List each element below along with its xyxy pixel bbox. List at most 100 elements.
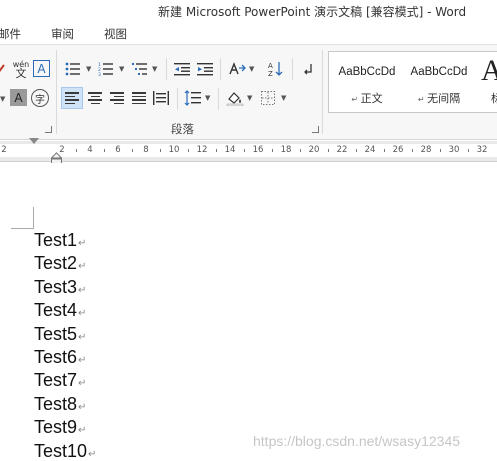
distributed-align-button[interactable] xyxy=(150,87,172,109)
document-paragraph[interactable]: Test7↵ xyxy=(34,369,86,395)
svg-text:3: 3 xyxy=(98,72,101,76)
page-corner-mark xyxy=(33,207,34,229)
multilevel-caret-icon[interactable]: ▼ xyxy=(152,65,157,73)
ruler-tick xyxy=(272,149,273,152)
style-no-spacing-name: ↵ 无间隔 xyxy=(417,92,461,105)
paragraph-text: Test10 xyxy=(34,440,88,461)
highlight-icon[interactable] xyxy=(0,60,6,78)
character-border-glyph: A xyxy=(37,61,46,76)
ruler-tick xyxy=(300,149,301,152)
ruler-tick xyxy=(160,149,161,152)
horizontal-ruler[interactable]: 2 2 4 6 8 10 12 14 16 18 20 22 24 26 28 30 32 xyxy=(0,141,497,162)
ruler-number: 22 xyxy=(336,145,348,155)
chinese-layout-caret-icon[interactable]: ▼ xyxy=(249,65,254,73)
align-right-button[interactable] xyxy=(106,87,128,109)
bullets-icon[interactable] xyxy=(63,59,83,79)
chinese-layout-icon[interactable] xyxy=(226,59,248,79)
page-corner-mark xyxy=(11,228,34,229)
character-border-button[interactable]: A xyxy=(33,60,50,77)
document-paragraph[interactable]: Test5↵ xyxy=(34,323,86,349)
paragraph-mark-icon: ↵ xyxy=(78,284,87,296)
document-paragraph[interactable]: Test6↵ xyxy=(34,346,86,372)
ruler-tick xyxy=(440,149,441,152)
paragraph-text: Test7 xyxy=(34,370,78,391)
paragraph-mark-icon: ↵ xyxy=(88,448,97,460)
justify-button[interactable] xyxy=(128,87,150,109)
ruler-number: 26 xyxy=(392,145,404,155)
line-spacing-icon[interactable] xyxy=(182,87,204,109)
paragraph-mark-icon: ↵ xyxy=(78,331,87,343)
sort-icon[interactable]: AZ xyxy=(266,59,286,79)
style-normal-name: ↵ 正文 xyxy=(351,92,383,105)
document-paragraph[interactable]: Test10↵ xyxy=(34,440,96,461)
align-left-button[interactable] xyxy=(61,87,83,109)
phonetic-glyph-bottom: 文 xyxy=(15,67,27,80)
document-paragraph[interactable]: Test1↵ xyxy=(34,229,86,255)
svg-text:A: A xyxy=(268,62,273,70)
bullets-caret-icon[interactable]: ▼ xyxy=(86,65,91,73)
group-divider xyxy=(56,50,57,134)
tab-view[interactable]: 视图 xyxy=(104,26,127,42)
align-center-button[interactable] xyxy=(84,87,106,109)
enclose-glyph: 字 xyxy=(35,94,45,106)
style-normal[interactable]: AaBbCcDd ↵ 正文 xyxy=(331,52,403,112)
decrease-indent-icon[interactable] xyxy=(172,59,192,79)
paragraph-text: Test6 xyxy=(34,347,78,367)
ruler-number: 20 xyxy=(308,145,320,155)
multilevel-list-icon[interactable] xyxy=(130,59,150,79)
ruler-tick xyxy=(104,149,105,152)
font-dialog-launcher-icon[interactable] xyxy=(45,126,52,133)
group-divider xyxy=(322,50,323,134)
shading-icon[interactable] xyxy=(224,87,246,109)
document-paragraph[interactable]: Test3↵ xyxy=(34,276,86,302)
ruler-number: 4 xyxy=(87,145,93,155)
ruler-number: 18 xyxy=(280,145,292,155)
paragraph-text: Test5 xyxy=(34,323,78,344)
shading-caret-icon[interactable]: ▼ xyxy=(247,94,252,102)
paragraph-text: Test9 xyxy=(34,417,78,438)
line-spacing-caret-icon[interactable]: ▼ xyxy=(205,94,210,102)
ruler-tick xyxy=(384,149,385,152)
paragraph-text: Test4 xyxy=(34,300,78,321)
first-line-indent-marker[interactable] xyxy=(29,138,39,144)
group-divider xyxy=(177,88,178,110)
ruler-number: 16 xyxy=(252,145,264,155)
borders-icon[interactable] xyxy=(257,87,279,109)
tab-mailings[interactable]: 邮件 xyxy=(0,26,21,42)
ruler-number: 2 xyxy=(1,145,7,155)
numbering-caret-icon[interactable]: ▼ xyxy=(119,65,124,73)
style-normal-sample: AaBbCcDd xyxy=(338,66,396,78)
show-formatting-marks-icon[interactable] xyxy=(298,59,318,79)
document-paragraph[interactable]: Test4↵ xyxy=(34,299,86,325)
paragraph-mark-icon: ↵ xyxy=(78,425,87,437)
ruler-tick xyxy=(356,149,357,152)
phonetic-guide-button[interactable]: wén 文 xyxy=(10,58,32,80)
style-no-spacing[interactable]: AaBbCcDd ↵ 无间隔 xyxy=(403,52,475,112)
paragraph-dialog-launcher-icon[interactable] xyxy=(312,126,319,133)
group-divider xyxy=(218,88,219,110)
enclose-characters-button[interactable]: 字 xyxy=(31,89,49,107)
ruler-number: 10 xyxy=(168,145,180,155)
numbering-icon[interactable]: 123 xyxy=(96,59,116,79)
tab-review[interactable]: 审阅 xyxy=(51,26,74,42)
increase-indent-icon[interactable] xyxy=(195,59,215,79)
paragraph-group-label: 段落 xyxy=(171,122,194,136)
font-color-caret-icon[interactable]: ▼ xyxy=(0,95,5,103)
character-shading-button[interactable]: A xyxy=(10,89,27,106)
style-heading-sample[interactable]: A xyxy=(481,54,497,88)
ruler-number: 12 xyxy=(196,145,208,155)
ruler-number: 32 xyxy=(476,145,488,155)
ruler-tick xyxy=(412,149,413,152)
paragraph-text: Test2 xyxy=(34,253,78,274)
document-paragraph[interactable]: Test9↵ xyxy=(34,416,86,442)
paragraph-mark-icon: ↵ xyxy=(78,238,87,249)
ruler-number: 8 xyxy=(143,145,149,155)
ruler-tick xyxy=(76,149,77,152)
document-page[interactable]: Test1↵ Test2↵ Test3↵ Test4↵ Test5↵ Test6↵ Test… xyxy=(0,163,497,461)
borders-caret-icon[interactable]: ▼ xyxy=(281,94,286,102)
document-paragraph[interactable]: Test8↵ xyxy=(34,393,86,419)
paragraph-text: Test1 xyxy=(34,230,78,250)
svg-text:Z: Z xyxy=(268,70,273,77)
paragraph-text: Test8 xyxy=(34,393,78,414)
document-paragraph[interactable]: Test2↵ xyxy=(34,252,86,278)
